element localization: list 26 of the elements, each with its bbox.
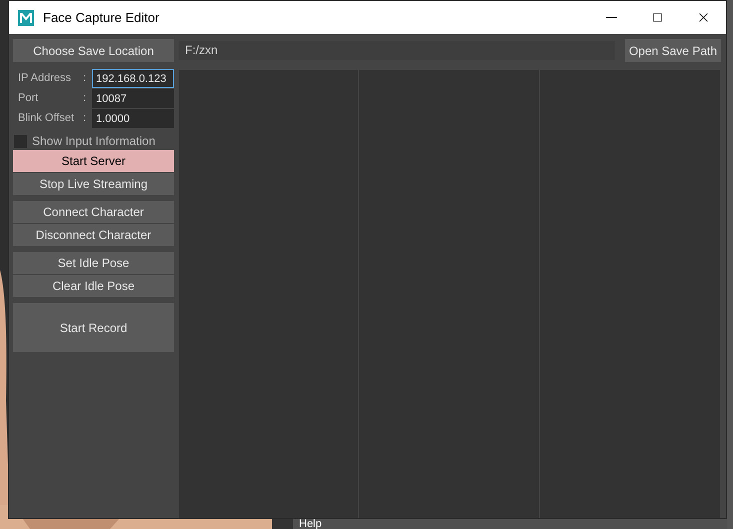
choose-save-location-button[interactable]: Choose Save Location: [13, 39, 174, 62]
action-button[interactable]: Connect Character: [13, 201, 174, 223]
record-button[interactable]: Start Record: [13, 303, 174, 352]
input-field[interactable]: 10087: [92, 89, 174, 108]
input-field[interactable]: 192.168.0.123: [92, 69, 174, 88]
field-label: IP Address: [17, 71, 72, 86]
field-label: Port: [17, 91, 40, 106]
save-path-field: F:/zxn: [179, 41, 615, 60]
maximize-icon: [652, 12, 662, 23]
action-button[interactable]: Disconnect Character: [13, 224, 174, 246]
app-logo-icon: [18, 10, 34, 26]
field-separator: :: [83, 91, 88, 106]
action-button[interactable]: Start Server: [13, 150, 174, 172]
action-button[interactable]: Stop Live Streaming: [13, 173, 174, 195]
field-separator: :: [83, 71, 88, 86]
field-label: Blink Offset: [17, 111, 76, 126]
input-field[interactable]: 1.0000: [92, 109, 174, 128]
action-button[interactable]: Set Idle Pose: [13, 252, 174, 274]
open-save-path-button[interactable]: Open Save Path: [624, 39, 721, 62]
checkbox-label: Show Input Information: [32, 133, 156, 150]
help-menu-item[interactable]: Help: [299, 517, 322, 529]
minimize-icon: [606, 17, 616, 18]
window-title: Face Capture Editor: [43, 8, 160, 27]
action-button[interactable]: Clear Idle Pose: [13, 275, 174, 297]
checkbox[interactable]: [14, 134, 27, 148]
field-separator: :: [83, 111, 88, 126]
